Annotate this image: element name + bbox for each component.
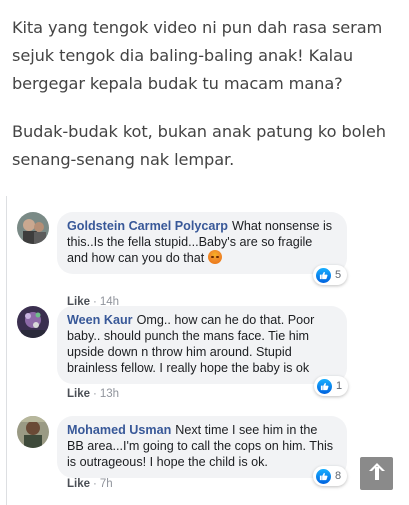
- comment-time[interactable]: 7h: [100, 478, 113, 490]
- scroll-to-top-button[interactable]: [360, 457, 393, 490]
- comment-actions: Like · 7h: [67, 478, 113, 490]
- comment-author[interactable]: Goldstein Carmel Polycarp: [67, 219, 228, 233]
- like-link[interactable]: Like: [67, 478, 90, 490]
- thumbs-up-icon: [316, 267, 331, 283]
- article-paragraph: Kita yang tengok video ni pun dah rasa s…: [12, 18, 383, 93]
- avatar[interactable]: [17, 212, 49, 244]
- comment-author[interactable]: Ween Kaur: [67, 313, 133, 327]
- thumbs-up-icon: [317, 378, 332, 394]
- comment-actions: Like · 13h: [67, 388, 120, 400]
- reaction-count: 1: [336, 380, 343, 392]
- reaction-count-badge[interactable]: 1: [314, 376, 349, 396]
- avatar[interactable]: [17, 416, 49, 448]
- reaction-count: 5: [335, 269, 342, 281]
- comment-time[interactable]: 13h: [100, 388, 119, 400]
- like-link[interactable]: Like: [67, 388, 90, 400]
- comment-bubble: Goldstein Carmel Polycarp What nonsense i…: [57, 212, 347, 274]
- angry-face-icon: [207, 250, 222, 264]
- thumbs-up-icon: [316, 468, 331, 484]
- comment-bubble: Mohamed Usman Next time I see him in the …: [57, 416, 347, 478]
- comment-bubble: Ween Kaur Omg.. how can he do that. Poor …: [57, 306, 347, 384]
- arrow-up-icon: [368, 461, 386, 486]
- comment-author[interactable]: Mohamed Usman: [67, 423, 171, 437]
- facebook-comments-embed: Goldstein Carmel Polycarp What nonsense i…: [6, 196, 407, 505]
- reaction-count-badge[interactable]: 5: [313, 265, 348, 285]
- article-paragraph: Budak-budak kot, bukan anak patung ko bo…: [12, 122, 386, 169]
- reaction-count-badge[interactable]: 8: [313, 466, 348, 486]
- avatar[interactable]: [17, 306, 49, 338]
- reaction-count: 8: [335, 470, 342, 482]
- article-body: Kita yang tengok video ni pun dah rasa s…: [12, 14, 400, 194]
